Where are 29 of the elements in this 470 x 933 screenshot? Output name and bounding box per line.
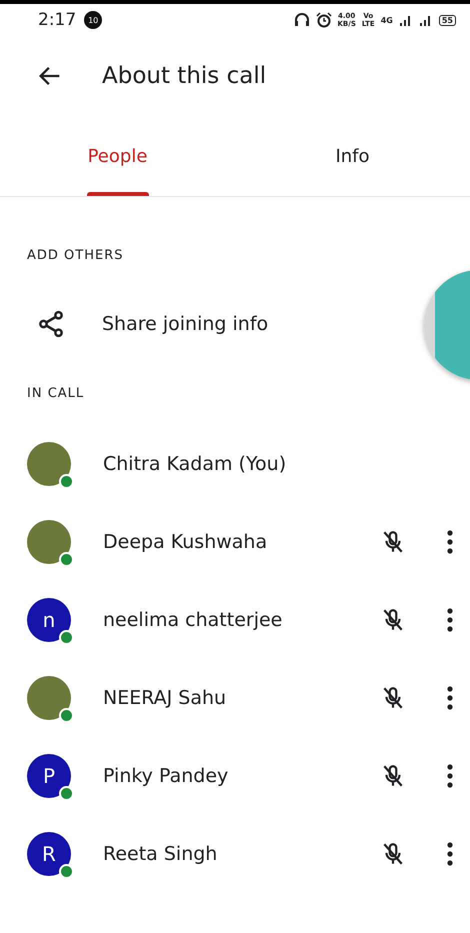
share-icon	[36, 309, 66, 339]
notification-badge: 10	[84, 11, 102, 29]
network-type: 4G	[380, 16, 393, 24]
more-options-icon[interactable]	[446, 763, 454, 789]
letter-avatar: R	[27, 832, 71, 876]
section-heading: IN CALL	[26, 384, 86, 402]
more-options-icon[interactable]	[446, 607, 454, 633]
more-options-icon[interactable]	[446, 685, 454, 711]
section-heading: ADD OTHERS	[26, 246, 124, 264]
letter-avatar: n	[27, 598, 71, 642]
clock-time: 2:17	[38, 10, 76, 30]
participant-name: neelima chatterjee	[103, 609, 284, 631]
letter-avatar: P	[27, 754, 71, 798]
participant-name: NEERAJ Sahu	[103, 687, 228, 709]
signal-icon	[398, 13, 413, 27]
headset-icon	[294, 12, 310, 28]
alarm-icon	[316, 12, 332, 28]
participant-name: Deepa Kushwaha	[103, 531, 268, 553]
participant-name: Reeta Singh	[103, 843, 218, 865]
share-joining-info-button[interactable]: Share joining info	[0, 271, 304, 377]
participant-name: Pinky Pandey	[103, 765, 230, 787]
page-title: About this call	[102, 63, 266, 89]
more-options-icon[interactable]	[446, 841, 454, 867]
battery-level: 55	[438, 14, 456, 26]
tab[interactable]: People	[0, 116, 235, 196]
tab[interactable]: Info	[235, 116, 470, 196]
participant-name: Chitra Kadam (You)	[103, 453, 288, 475]
more-options-icon[interactable]	[446, 529, 454, 555]
signal-icon	[418, 13, 433, 27]
